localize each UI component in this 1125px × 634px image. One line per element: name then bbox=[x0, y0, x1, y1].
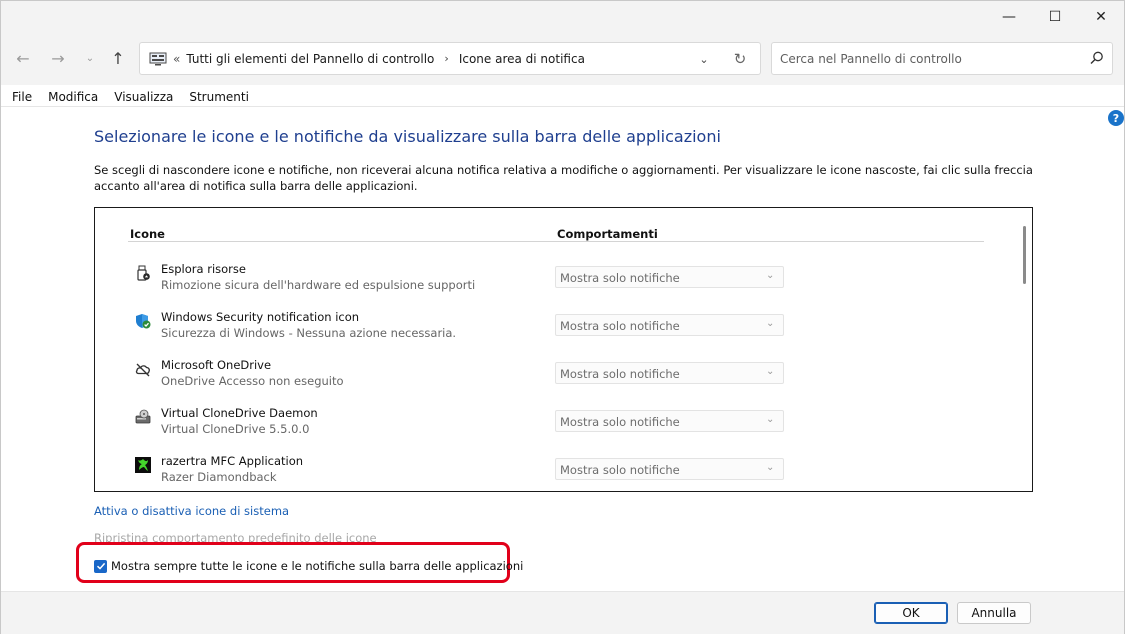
refresh-icon[interactable]: ↻ bbox=[730, 49, 750, 69]
menu-bar: File Modifica Visualizza Strumenti bbox=[1, 87, 1124, 107]
list-item: Esplora risorse Rimozione sicura dell'ha… bbox=[95, 262, 1015, 310]
always-show-checkbox[interactable] bbox=[94, 559, 107, 573]
column-header-icons: Icone bbox=[130, 227, 165, 241]
system-icons-link[interactable]: Attiva o disattiva icone di sistema bbox=[94, 504, 289, 518]
menu-visualizza[interactable]: Visualizza bbox=[106, 90, 181, 104]
help-icon[interactable]: ? bbox=[1108, 110, 1124, 126]
scrollbar-thumb[interactable] bbox=[1023, 226, 1026, 284]
title-bar: — ☐ ✕ bbox=[1, 1, 1124, 33]
address-overflow[interactable]: « bbox=[173, 52, 180, 66]
cancel-button[interactable]: Annulla bbox=[957, 602, 1031, 624]
column-header-behaviors: Comportamenti bbox=[557, 227, 658, 241]
recent-locations-button[interactable]: ⌄ bbox=[77, 45, 103, 71]
behavior-select-value: Mostra solo notifiche bbox=[560, 319, 680, 333]
maximize-button[interactable]: ☐ bbox=[1032, 1, 1078, 33]
address-bar[interactable]: « Tutti gli elementi del Pannello di con… bbox=[139, 42, 761, 75]
list-scrollbar[interactable] bbox=[1017, 208, 1032, 491]
search-box[interactable] bbox=[771, 42, 1113, 75]
behavior-select[interactable]: Mostra solo notifiche ⌄ bbox=[555, 314, 784, 336]
navigation-row: ← → ⌄ ↑ « Tutti gli elementi del Pannell… bbox=[1, 33, 1124, 85]
breadcrumb-separator[interactable]: › bbox=[444, 52, 448, 65]
list-item: Virtual CloneDrive Daemon Virtual CloneD… bbox=[95, 406, 1015, 454]
page-title: Selezionare le icone e le notifiche da v… bbox=[94, 127, 721, 146]
razer-icon bbox=[135, 457, 151, 473]
behavior-select-value: Mostra solo notifiche bbox=[560, 415, 680, 429]
item-name: razertra MFC Application bbox=[161, 454, 304, 468]
windows-security-icon bbox=[136, 314, 151, 329]
chevron-down-icon: ⌄ bbox=[766, 414, 775, 425]
behavior-select[interactable]: Mostra solo notifiche ⌄ bbox=[555, 266, 784, 288]
forward-button[interactable]: → bbox=[45, 45, 71, 71]
address-dropdown-icon[interactable]: ⌄ bbox=[694, 50, 714, 68]
control-panel-window: — ☐ ✕ ← → ⌄ ↑ « Tutti gli elementi del P… bbox=[0, 0, 1125, 634]
search-input[interactable] bbox=[780, 50, 1080, 68]
dialog-footer: OK Annulla bbox=[1, 591, 1124, 634]
behavior-select[interactable]: Mostra solo notifiche ⌄ bbox=[555, 410, 784, 432]
item-name: Virtual CloneDrive Daemon bbox=[161, 406, 318, 420]
behavior-select-value: Mostra solo notifiche bbox=[560, 463, 680, 477]
always-show-option[interactable]: Mostra sempre tutte le icone e le notifi… bbox=[94, 559, 523, 573]
onedrive-icon bbox=[135, 363, 150, 377]
checkmark-icon bbox=[96, 562, 105, 570]
item-name: Microsoft OneDrive bbox=[161, 358, 272, 372]
close-button[interactable]: ✕ bbox=[1078, 1, 1124, 33]
chevron-down-icon: ⌄ bbox=[766, 270, 775, 281]
item-detail: OneDrive Accesso non eseguito bbox=[161, 374, 344, 388]
menu-strumenti[interactable]: Strumenti bbox=[181, 90, 257, 104]
item-name: Esplora risorse bbox=[161, 262, 246, 276]
clonedrive-icon bbox=[135, 409, 151, 424]
chevron-down-icon: ⌄ bbox=[766, 318, 775, 329]
page-description: Se scegli di nascondere icone e notifich… bbox=[94, 163, 1033, 193]
back-button[interactable]: ← bbox=[10, 45, 36, 71]
behavior-select[interactable]: Mostra solo notifiche ⌄ bbox=[555, 458, 784, 480]
minimize-button[interactable]: — bbox=[986, 1, 1032, 33]
item-detail: Sicurezza di Windows - Nessuna azione ne… bbox=[161, 326, 457, 340]
control-panel-icon bbox=[149, 52, 167, 65]
ok-button[interactable]: OK bbox=[874, 602, 948, 624]
item-detail: Razer Diamondback bbox=[161, 470, 277, 484]
menu-modifica[interactable]: Modifica bbox=[40, 90, 106, 104]
list-item: Windows Security notification icon Sicur… bbox=[95, 310, 1015, 358]
usb-eject-icon bbox=[137, 265, 150, 281]
menu-file[interactable]: File bbox=[1, 90, 40, 104]
behavior-select[interactable]: Mostra solo notifiche ⌄ bbox=[555, 362, 784, 384]
list-item: razertra MFC Application Razer Diamondba… bbox=[95, 454, 1015, 491]
chevron-down-icon: ⌄ bbox=[766, 366, 775, 377]
item-detail: Virtual CloneDrive 5.5.0.0 bbox=[161, 422, 310, 436]
behavior-select-value: Mostra solo notifiche bbox=[560, 367, 680, 381]
up-button[interactable]: ↑ bbox=[105, 45, 131, 71]
chevron-down-icon: ⌄ bbox=[766, 462, 775, 473]
always-show-label[interactable]: Mostra sempre tutte le icone e le notifi… bbox=[111, 559, 523, 573]
list-item: Microsoft OneDrive OneDrive Accesso non … bbox=[95, 358, 1015, 406]
header-divider bbox=[128, 241, 984, 242]
breadcrumb-all-items[interactable]: Tutti gli elementi del Pannello di contr… bbox=[186, 52, 434, 66]
notification-icons-list: Icone Comportamenti Esplora risorse Rimo… bbox=[94, 207, 1033, 492]
item-name: Windows Security notification icon bbox=[161, 310, 360, 324]
search-icon[interactable] bbox=[1089, 50, 1105, 66]
behavior-select-value: Mostra solo notifiche bbox=[560, 271, 680, 285]
breadcrumb-notification-icons[interactable]: Icone area di notifica bbox=[459, 52, 585, 66]
item-detail: Rimozione sicura dell'hardware ed espuls… bbox=[161, 278, 476, 292]
